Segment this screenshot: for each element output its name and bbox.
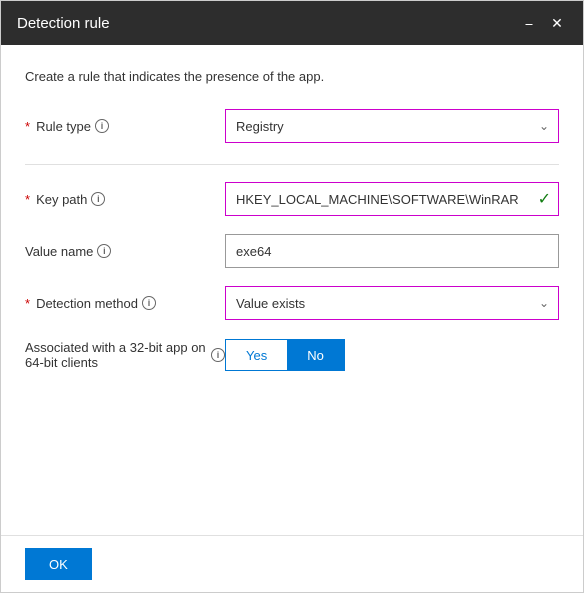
dialog-footer: OK bbox=[1, 535, 583, 592]
detection-method-group: * Detection method i Value exists Does n… bbox=[25, 285, 559, 321]
key-path-info-icon[interactable]: i bbox=[91, 192, 105, 206]
bitness-info-icon[interactable]: i bbox=[211, 348, 225, 362]
key-path-input[interactable] bbox=[225, 182, 559, 216]
ok-button[interactable]: OK bbox=[25, 548, 92, 580]
close-icon: ✕ bbox=[551, 15, 563, 32]
value-name-info-icon[interactable]: i bbox=[97, 244, 111, 258]
rule-type-select[interactable]: Registry MSI Script File system bbox=[225, 109, 559, 143]
detection-method-label-text: Detection method bbox=[36, 296, 138, 311]
bitness-no-button[interactable]: No bbox=[287, 340, 344, 370]
key-path-label-text: Key path bbox=[36, 192, 87, 207]
detection-method-info-icon[interactable]: i bbox=[142, 296, 156, 310]
rule-type-select-wrapper: Registry MSI Script File system ⌄ bbox=[225, 109, 559, 143]
key-path-control: ✓ bbox=[225, 182, 559, 216]
divider-1 bbox=[25, 164, 559, 165]
required-star-2: * bbox=[25, 192, 30, 207]
key-path-input-wrapper: ✓ bbox=[225, 182, 559, 216]
value-name-control bbox=[225, 234, 559, 268]
value-name-input[interactable] bbox=[225, 234, 559, 268]
rule-type-label: * Rule type i bbox=[25, 119, 225, 134]
close-button[interactable]: ✕ bbox=[547, 13, 567, 33]
bitness-toggle-group: Yes No bbox=[225, 339, 345, 371]
titlebar-buttons: ⎯ ✕ bbox=[519, 13, 567, 33]
key-path-label: * Key path i bbox=[25, 192, 225, 207]
detection-method-select[interactable]: Value exists Does not exist String compa… bbox=[225, 286, 559, 320]
value-name-label: Value name i bbox=[25, 244, 225, 259]
minimize-button[interactable]: ⎯ bbox=[519, 13, 539, 33]
rule-type-group: * Rule type i Registry MSI Script File s… bbox=[25, 108, 559, 144]
rule-type-label-text: Rule type bbox=[36, 119, 91, 134]
dialog-title: Detection rule bbox=[17, 15, 110, 32]
bitness-label: Associated with a 32-bit app on 64-bit c… bbox=[25, 340, 225, 370]
rule-type-control: Registry MSI Script File system ⌄ bbox=[225, 109, 559, 143]
value-name-label-text: Value name bbox=[25, 244, 93, 259]
detection-rule-dialog: Detection rule ⎯ ✕ Create a rule that in… bbox=[0, 0, 584, 593]
required-star: * bbox=[25, 119, 30, 134]
bitness-label-text: Associated with a 32-bit app on 64-bit c… bbox=[25, 340, 207, 370]
bitness-group: Associated with a 32-bit app on 64-bit c… bbox=[25, 337, 559, 373]
required-star-3: * bbox=[25, 296, 30, 311]
bitness-yes-button[interactable]: Yes bbox=[226, 340, 287, 370]
dialog-body: Create a rule that indicates the presenc… bbox=[1, 45, 583, 535]
body-spacer bbox=[25, 389, 559, 519]
detection-method-select-wrapper: Value exists Does not exist String compa… bbox=[225, 286, 559, 320]
key-path-group: * Key path i ✓ bbox=[25, 181, 559, 217]
description-text: Create a rule that indicates the presenc… bbox=[25, 69, 559, 84]
bitness-control: Yes No bbox=[225, 339, 559, 371]
key-path-valid-icon: ✓ bbox=[538, 189, 551, 209]
rule-type-info-icon[interactable]: i bbox=[95, 119, 109, 133]
detection-method-control: Value exists Does not exist String compa… bbox=[225, 286, 559, 320]
minimize-icon: ⎯ bbox=[526, 15, 533, 32]
value-name-group: Value name i bbox=[25, 233, 559, 269]
titlebar: Detection rule ⎯ ✕ bbox=[1, 1, 583, 45]
detection-method-label: * Detection method i bbox=[25, 296, 225, 311]
